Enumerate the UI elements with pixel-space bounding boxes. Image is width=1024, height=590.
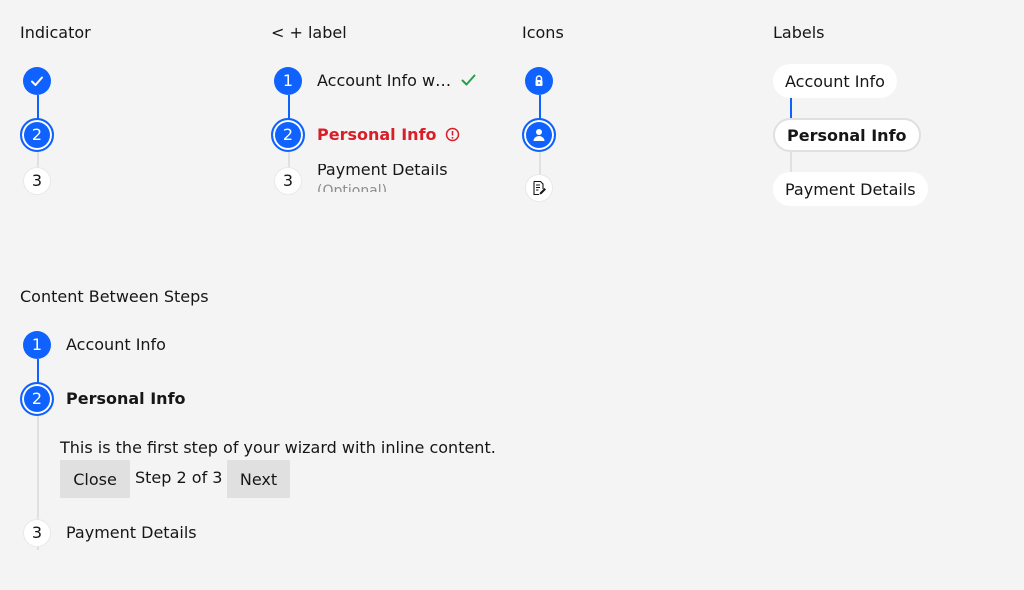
checkmark-icon — [30, 74, 44, 88]
lock-icon — [532, 74, 546, 88]
labels-section-title: Labels — [773, 23, 825, 42]
icons-section-title: Icons — [522, 23, 564, 42]
step-number: 2 — [31, 389, 43, 408]
error-icon — [445, 127, 460, 142]
step-number: 3 — [282, 171, 294, 190]
indicator-step-3[interactable]: 3 — [23, 167, 51, 195]
step-number: 2 — [282, 125, 294, 144]
indicator-step-2[interactable]: 2 — [20, 118, 54, 152]
step-number: 3 — [31, 171, 43, 190]
labels-step-2[interactable]: Personal Info — [773, 118, 921, 152]
step-connector — [790, 98, 792, 118]
step-label[interactable]: Payment Details — [66, 523, 197, 542]
icons-step-3[interactable] — [525, 174, 553, 202]
document-edit-icon — [531, 180, 547, 196]
step-sublabel: (Optional) — [317, 183, 388, 192]
labels-step-1[interactable]: Account Info — [773, 64, 897, 98]
content-between-section-title: Content Between Steps — [20, 287, 209, 306]
step-label[interactable]: Account Info — [66, 335, 166, 354]
content-step-1[interactable]: 1 — [23, 331, 51, 359]
user-icon — [531, 127, 547, 143]
step-number: 1 — [31, 335, 43, 354]
step-label-error[interactable]: Personal Info — [317, 125, 437, 144]
number-label-step-1[interactable]: 1 — [274, 67, 302, 95]
step-number: 1 — [282, 71, 294, 90]
indicator-step-1[interactable] — [23, 67, 51, 95]
indicator-section-title: Indicator — [20, 23, 91, 42]
step-label: Payment Details — [785, 179, 916, 199]
step-connector — [37, 416, 39, 520]
number-label-step-2[interactable]: 2 — [271, 118, 305, 152]
content-step-3[interactable]: 3 — [23, 519, 51, 547]
next-button[interactable]: Next — [227, 460, 290, 498]
close-button[interactable]: Close — [60, 460, 130, 498]
number-label-step-3[interactable]: 3 — [274, 167, 302, 195]
check-icon — [461, 74, 476, 87]
step-connector — [790, 152, 792, 172]
step-number: 2 — [31, 125, 43, 144]
step-label-clip[interactable]: Payment Details (Optional) — [317, 164, 497, 192]
step-label: Account Info — [785, 71, 885, 91]
icons-step-2[interactable] — [522, 118, 556, 152]
step-content-text: This is the first step of your wizard wi… — [60, 438, 496, 457]
step-label[interactable]: Account Info w… — [317, 71, 453, 90]
step-label: Payment Details — [317, 164, 448, 179]
icons-step-1[interactable] — [525, 67, 553, 95]
step-counter: Step 2 of 3 — [135, 468, 223, 487]
step-label[interactable]: Personal Info — [66, 389, 186, 408]
content-step-2[interactable]: 2 — [20, 382, 54, 416]
step-number: 3 — [31, 523, 43, 542]
number-label-section-title: < + label — [271, 23, 347, 42]
labels-step-3[interactable]: Payment Details — [773, 172, 928, 206]
step-label: Personal Info — [787, 125, 907, 145]
